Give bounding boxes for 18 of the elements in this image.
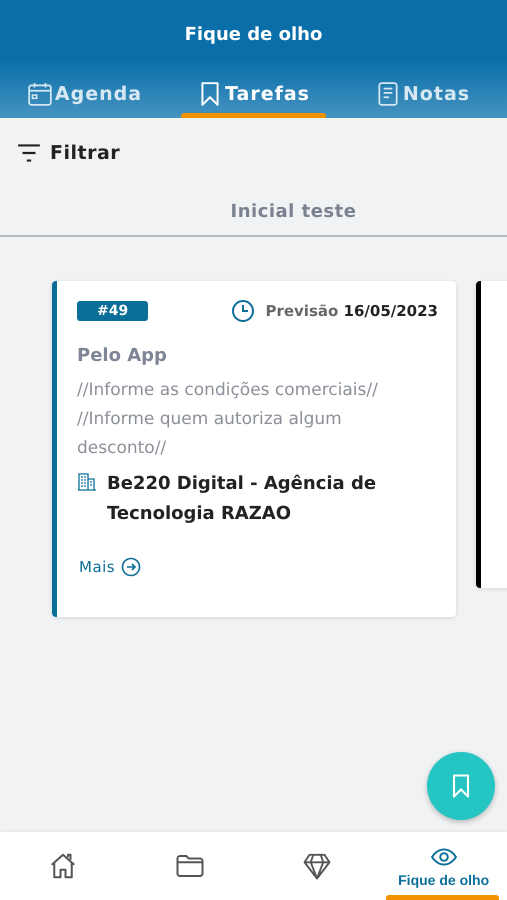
task-card[interactable]: #49 Previsão 16/05/2023 Pelo App //Informe as condições comerciais// //Informe quem autoriza algum desconto// Be220 Digital - Agência de Tecnologia RAZAO Mais [52,281,456,617]
tab[interactable]: Tarefas [169,70,338,118]
screen-title: Fique de olho [184,23,324,47]
diamond-icon [302,851,332,881]
more-link[interactable]: Mais [79,557,142,577]
clock-icon [231,299,256,323]
forecast-date: Previsão 16/05/2023 [265,302,438,320]
tab[interactable]: Agenda [0,70,169,118]
company-name: Be220 Digital - Agência de Tecnologia RAZAO [107,472,378,526]
task-title: Pelo App [77,345,168,366]
task-number: #49 [77,301,148,321]
filter-button[interactable]: Filtrar [16,140,120,166]
building-icon [77,472,97,492]
arrow-circle-icon [121,557,142,577]
tab[interactable]: Notas [338,70,507,118]
task-description: //Informe as condições comerciais// //Informe quem autoriza algum desconto// [77,379,379,460]
column-title: Inicial teste [230,201,356,222]
calendar-icon [26,81,53,107]
